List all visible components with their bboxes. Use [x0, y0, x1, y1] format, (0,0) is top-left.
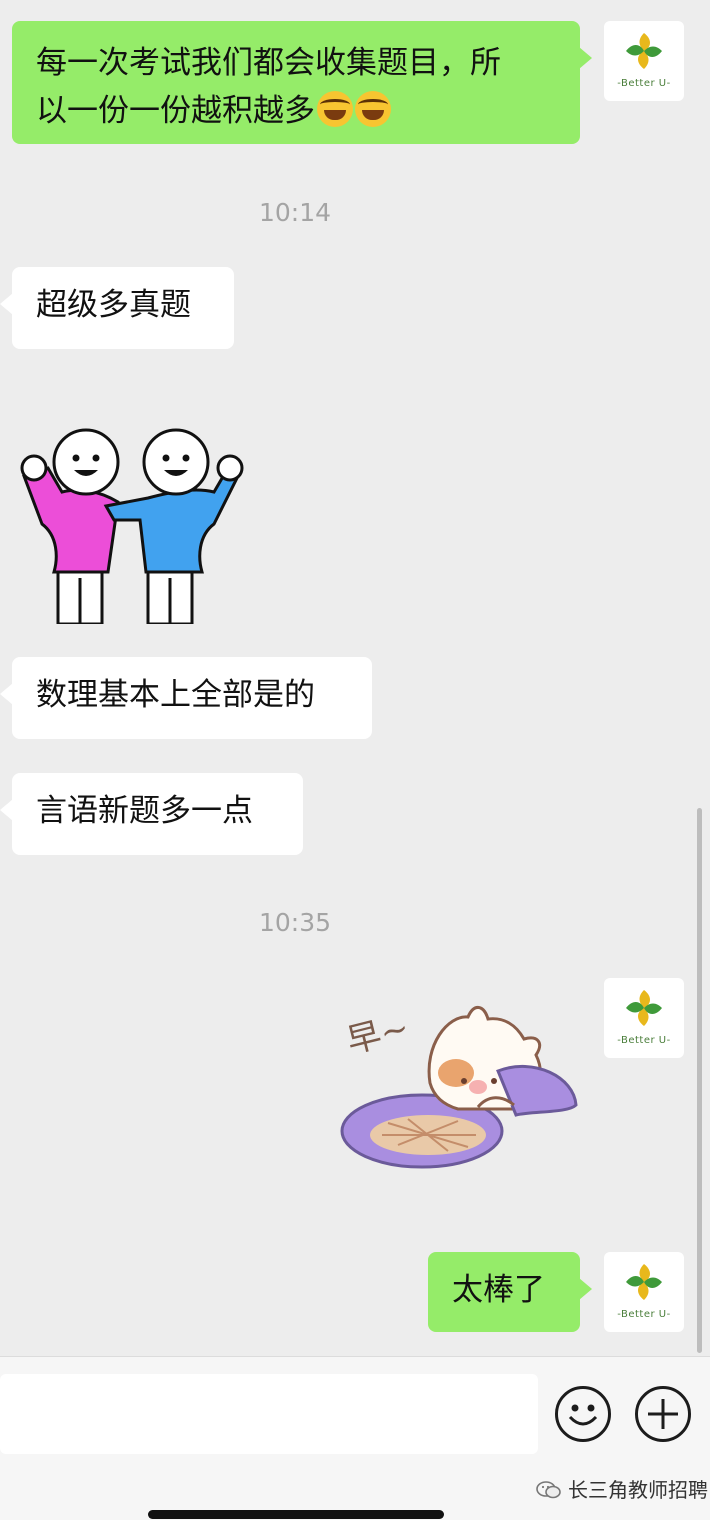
- emoji-face-icon: [568, 1404, 598, 1426]
- two-friends-sticker[interactable]: [18, 428, 246, 624]
- message-bubble-outgoing[interactable]: 太棒了: [428, 1252, 592, 1332]
- timestamp: 10:35: [258, 908, 332, 937]
- wechat-logo-icon: [536, 1481, 561, 1499]
- message-text: 每一次考试我们都会收集题目，所: [36, 45, 501, 81]
- timestamp: 10:14: [258, 198, 332, 227]
- sleepy-cat-sticker[interactable]: 早~: [338, 995, 582, 1175]
- emoji-button[interactable]: [555, 1386, 611, 1442]
- message-text: 太棒了: [452, 1272, 545, 1308]
- avatar-label: -Better U-: [617, 1035, 671, 1046]
- message-bubble-incoming[interactable]: 言语新题多一点: [0, 773, 303, 855]
- message-text: 超级多真题: [36, 287, 191, 323]
- avatar[interactable]: -Better U-: [604, 1252, 684, 1332]
- avatar-label: -Better U-: [617, 1309, 671, 1320]
- avatar[interactable]: -Better U-: [604, 21, 684, 101]
- home-indicator[interactable]: [148, 1510, 444, 1519]
- watermark-text: 长三角教师招聘: [568, 1478, 708, 1502]
- message-bubble-outgoing[interactable]: 每一次考试我们都会收集题目，所 以一份一份越积越多: [12, 21, 592, 144]
- logo-icon: [626, 1264, 662, 1300]
- message-input[interactable]: [0, 1374, 538, 1454]
- message-bubble-incoming[interactable]: 超级多真题: [0, 267, 234, 349]
- scrollbar[interactable]: [697, 808, 702, 1353]
- plus-icon: [648, 1399, 678, 1429]
- plus-button[interactable]: [635, 1386, 691, 1442]
- message-text: 数理基本上全部是的: [36, 677, 315, 713]
- message-text: 言语新题多一点: [36, 793, 253, 829]
- laugh-cry-emoji-icon: [355, 91, 391, 127]
- avatar[interactable]: -Better U-: [604, 978, 684, 1058]
- logo-icon: [626, 33, 662, 69]
- logo-icon: [626, 990, 662, 1026]
- laugh-cry-emoji-icon: [317, 91, 353, 127]
- watermark: 长三角教师招聘: [536, 1474, 708, 1503]
- cat-pillow-icon: [340, 1006, 578, 1169]
- avatar-label: -Better U-: [617, 78, 671, 89]
- message-text-line2: 以一份一份越积越多: [36, 87, 556, 135]
- message-bubble-incoming[interactable]: 数理基本上全部是的: [0, 657, 372, 739]
